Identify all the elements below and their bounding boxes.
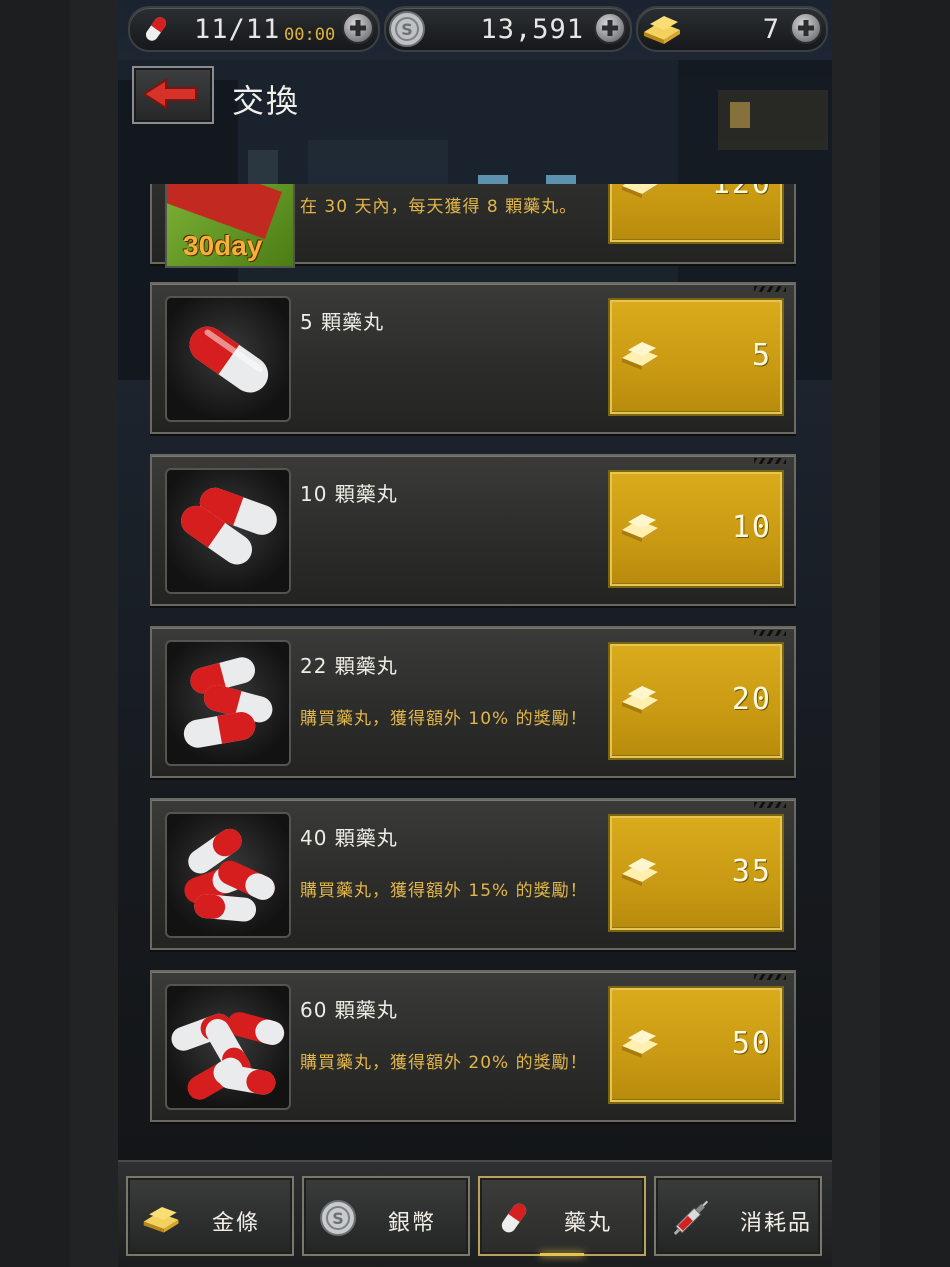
buy-button[interactable]: 10 xyxy=(608,470,784,588)
item-price: 10 xyxy=(731,510,772,545)
gold-value: 7 xyxy=(762,14,780,45)
item-price: 5 xyxy=(751,338,772,373)
corner-stripes xyxy=(754,802,786,808)
back-button[interactable] xyxy=(132,66,214,124)
silver-coin-icon: S xyxy=(389,11,425,47)
corner-stripes xyxy=(754,974,786,980)
energy-timer: 00:00 xyxy=(284,25,336,45)
item-thumbnail: 30day xyxy=(165,184,295,268)
shop-item-40-pills: 40 顆藥丸 購買藥丸，獲得額外 15% 的獎勵！ 35 xyxy=(150,798,796,950)
item-name: 5 顆藥丸 xyxy=(300,310,385,334)
gold-counter: 7 xyxy=(636,6,828,52)
item-description: 購買藥丸，獲得額外 20% 的獎勵！ xyxy=(300,1053,588,1073)
status-bar: 11/11 00:00 S 13,591 7 xyxy=(126,4,828,52)
pill-icon xyxy=(184,828,275,922)
tab-label: 藥丸 xyxy=(564,1211,613,1236)
pill-icon xyxy=(171,1012,285,1100)
pill-icon xyxy=(183,657,273,748)
item-name: 60 顆藥丸 xyxy=(300,998,398,1022)
item-price: 35 xyxy=(731,854,772,889)
corner-stripes xyxy=(754,286,786,292)
item-thumbnail xyxy=(165,296,291,422)
gold-bar-icon xyxy=(622,858,658,886)
corner-stripes xyxy=(754,630,786,636)
gold-bar-icon xyxy=(622,342,658,370)
svg-text:S: S xyxy=(401,20,413,39)
item-description: 購買藥丸，獲得額外 10% 的獎勵！ xyxy=(300,709,588,729)
gold-bar-icon xyxy=(644,16,680,44)
shop-item-5-pills: 5 顆藥丸 5 xyxy=(150,282,796,434)
gold-bar-icon xyxy=(622,1030,658,1058)
left-frame xyxy=(0,0,119,1267)
gold-bar-icon xyxy=(622,514,658,542)
item-thumbnail xyxy=(165,984,291,1110)
buy-button[interactable]: 50 xyxy=(608,986,784,1104)
gold-bar-icon xyxy=(622,184,658,198)
buy-button[interactable]: 5 xyxy=(608,298,784,416)
pill-icon xyxy=(189,326,269,393)
add-silver-button[interactable] xyxy=(594,12,626,44)
pill-icon xyxy=(181,487,277,565)
item-thumbnail xyxy=(165,468,291,594)
item-name: 10 顆藥丸 xyxy=(300,482,398,506)
back-arrow-icon xyxy=(142,78,197,110)
buy-button[interactable]: 120 xyxy=(608,184,784,244)
bottom-tab-bar: 金條 S 銀幣 藥丸 消耗品 xyxy=(118,1160,832,1267)
item-thumbnail xyxy=(165,812,291,938)
buy-button[interactable]: 20 xyxy=(608,642,784,760)
shop-item-10-pills: 10 顆藥丸 10 xyxy=(150,454,796,606)
add-energy-button[interactable] xyxy=(342,12,374,44)
tab-label: 消耗品 xyxy=(740,1211,813,1236)
syringe-icon xyxy=(673,1200,709,1235)
tab-gold-bars[interactable]: 金條 xyxy=(126,1176,294,1256)
silver-counter: S 13,591 xyxy=(384,6,632,52)
tab-pills[interactable]: 藥丸 xyxy=(478,1176,646,1256)
page-title: 交換 xyxy=(232,82,301,120)
buy-button[interactable]: 35 xyxy=(608,814,784,932)
tab-label: 金條 xyxy=(212,1211,261,1236)
item-thumbnail xyxy=(165,640,291,766)
energy-value: 11/11 xyxy=(194,14,281,45)
item-name: 40 顆藥丸 xyxy=(300,826,398,850)
pill-icon xyxy=(145,17,167,41)
silver-value: 13,591 xyxy=(480,14,584,45)
gold-bar-icon xyxy=(622,686,658,714)
tab-consumables[interactable]: 消耗品 xyxy=(654,1176,822,1256)
svg-text:S: S xyxy=(332,1209,344,1228)
item-price: 120 xyxy=(712,184,772,201)
silver-coin-icon: S xyxy=(320,1200,356,1236)
badge-30day: 30day xyxy=(183,230,263,261)
app-screen: 11/11 00:00 S 13,591 7 交換 30day 在 30 天內，… xyxy=(118,0,832,1267)
energy-counter: 11/11 00:00 xyxy=(128,6,380,52)
shop-item-30day: 30day 在 30 天內，每天獲得 8 顆藥丸。 120 xyxy=(150,184,796,268)
pill-icon xyxy=(501,1203,527,1233)
shop-list[interactable]: 30day 在 30 天內，每天獲得 8 顆藥丸。 120 xyxy=(118,184,832,1144)
shop-item-22-pills: 22 顆藥丸 購買藥丸，獲得額外 10% 的獎勵！ 20 xyxy=(150,626,796,778)
gold-bar-icon xyxy=(143,1207,179,1233)
item-description: 購買藥丸，獲得額外 15% 的獎勵！ xyxy=(300,881,588,901)
tab-silver-coins[interactable]: S 銀幣 xyxy=(302,1176,470,1256)
corner-stripes xyxy=(754,458,786,464)
right-frame xyxy=(831,0,950,1267)
item-name: 22 顆藥丸 xyxy=(300,654,398,678)
item-price: 20 xyxy=(731,682,772,717)
tab-label: 銀幣 xyxy=(388,1211,437,1236)
add-gold-button[interactable] xyxy=(790,12,822,44)
item-description: 在 30 天內，每天獲得 8 顆藥丸。 xyxy=(300,197,578,217)
item-price: 50 xyxy=(731,1026,772,1061)
shop-item-60-pills: 60 顆藥丸 購買藥丸，獲得額外 20% 的獎勵！ 50 xyxy=(150,970,796,1122)
